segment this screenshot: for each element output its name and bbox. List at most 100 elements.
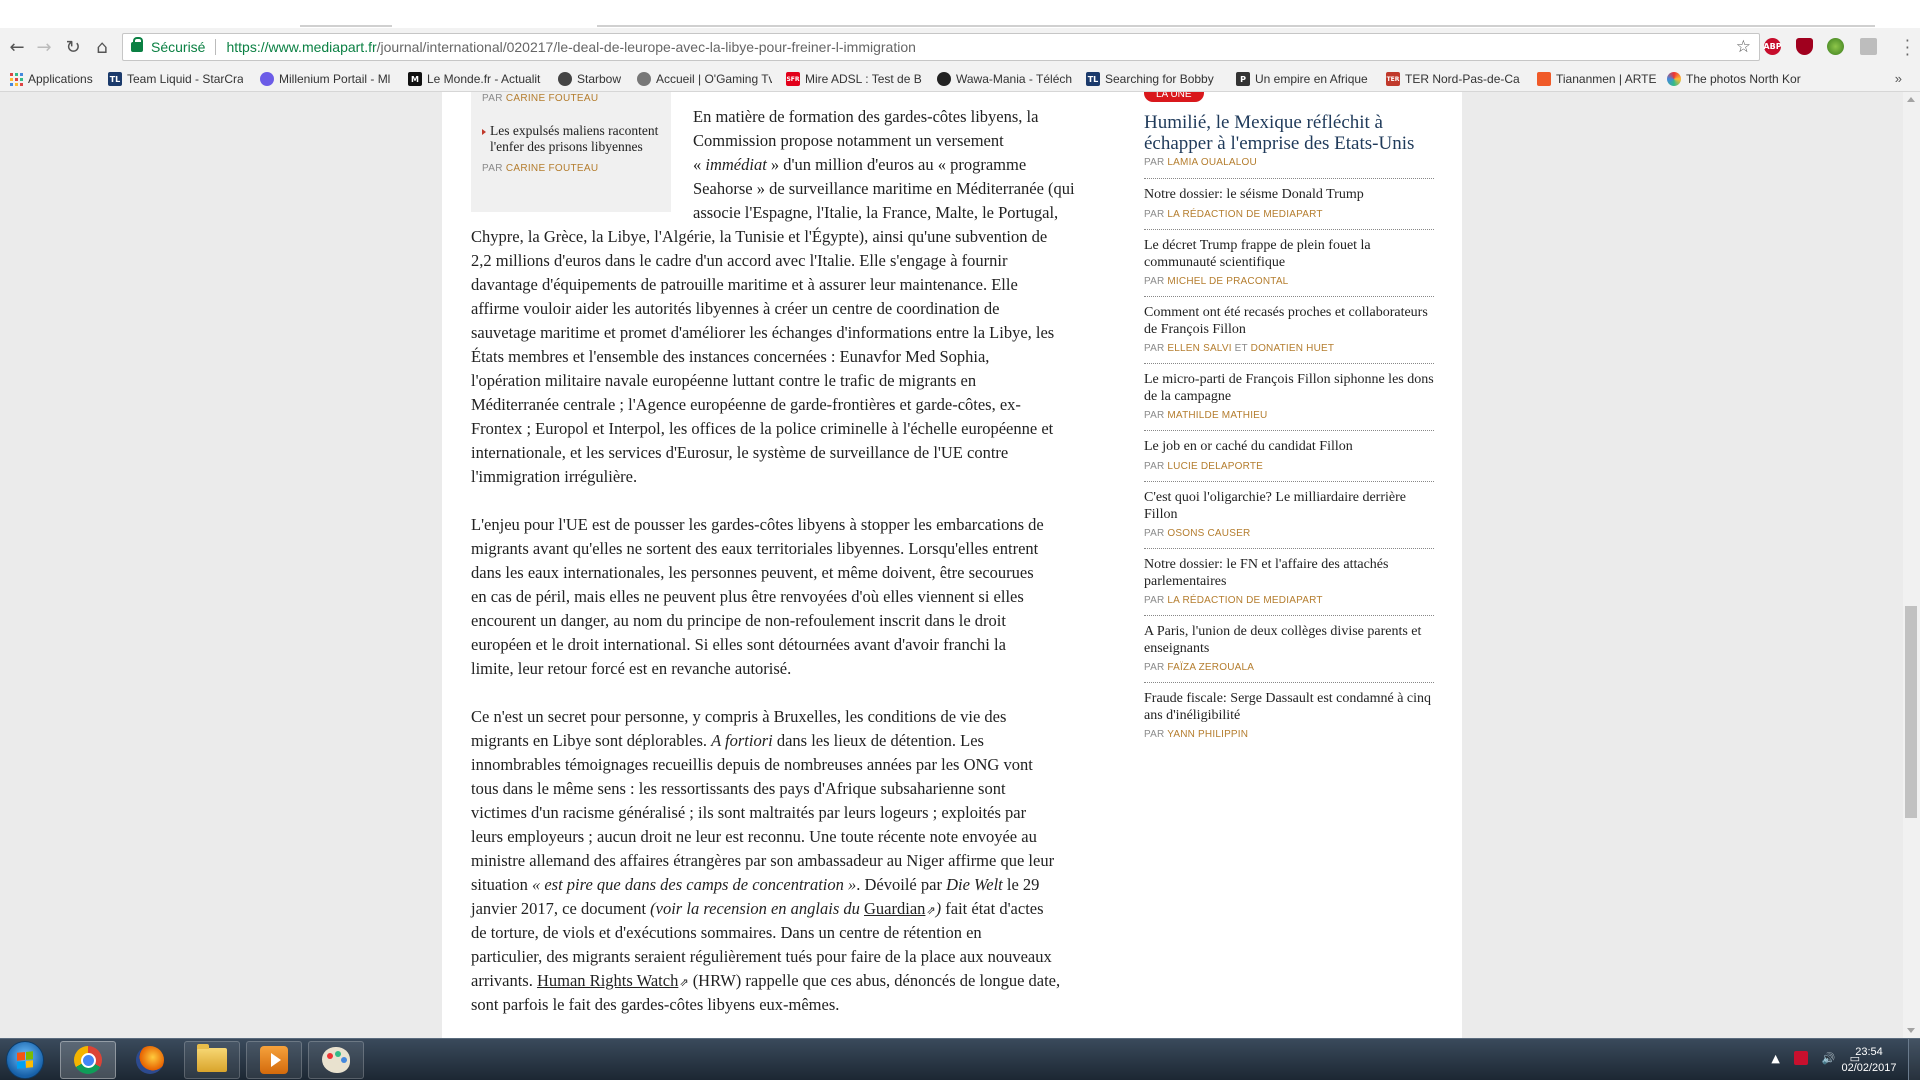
taskbar-media-player[interactable] <box>246 1041 302 1079</box>
bookmark-arte[interactable]: Tiananmen | ARTE <box>1537 69 1657 89</box>
antivirus-tray-icon[interactable] <box>1793 1051 1808 1065</box>
author-link[interactable]: MICHEL DE PRACONTAL <box>1167 276 1288 287</box>
author-link[interactable]: CARINE FOUTEAU <box>506 93 599 104</box>
sidebar-article[interactable]: A Paris, l'union de deux collèges divise… <box>1144 624 1434 673</box>
sidebar-article[interactable]: Comment ont été recasés proches et colla… <box>1144 305 1434 354</box>
author-link[interactable]: OSONS CAUSER <box>1167 528 1250 539</box>
guardian-link[interactable]: Guardian⇗ <box>864 899 936 918</box>
author-link[interactable]: LAMIA OUALALOU <box>1167 157 1257 168</box>
sidebar-byline: PAR MICHEL DE PRACONTAL <box>1144 276 1434 287</box>
sidebar-article-title[interactable]: C'est quoi l'oligarchie? Le milliardaire… <box>1144 490 1434 523</box>
address-bar[interactable]: Sécurisé https://www.mediapart.fr/journa… <box>122 33 1760 61</box>
divider <box>1144 430 1434 431</box>
sidebar-article-title[interactable]: Le micro-parti de François Fillon siphon… <box>1144 372 1434 405</box>
start-button[interactable] <box>6 1041 44 1079</box>
system-clock[interactable]: 23:54 02/02/2017 <box>1838 1044 1900 1076</box>
sfr-icon: SFR <box>786 72 800 86</box>
author-link[interactable]: LA RÉDACTION DE MEDIAPART <box>1167 595 1322 606</box>
sidebar-article-title[interactable]: Comment ont été recasés proches et colla… <box>1144 305 1434 338</box>
author-link[interactable]: YANN PHILIPPIN <box>1167 729 1248 740</box>
bookmark-sfr[interactable]: SFR Mire ADSL : Test de B <box>786 69 922 89</box>
bookmark-applications[interactable]: Applications <box>10 69 102 89</box>
taskbar-chrome[interactable] <box>60 1041 116 1079</box>
author-link[interactable]: LA RÉDACTION DE MEDIAPART <box>1167 209 1322 220</box>
text-line: sont parfois le fait des gardes-côtes li… <box>471 995 840 1014</box>
bookmark-ter[interactable]: TER TER Nord-Pas-de-Cal <box>1386 69 1520 89</box>
ublock-icon[interactable] <box>1796 38 1813 55</box>
chrome-menu-icon[interactable]: · · · <box>1905 33 1910 63</box>
sidebar-article-title[interactable]: Le job en or caché du candidat Fillon <box>1144 439 1434 456</box>
bookmark-starbow[interactable]: Starbow <box>558 69 626 89</box>
sidebar-article-title[interactable]: Fraude fiscale: Serge Dassault est conda… <box>1144 691 1434 724</box>
millenium-icon <box>260 72 274 86</box>
page-scrollbar[interactable] <box>1903 92 1920 1038</box>
home-icon[interactable]: ⌂ <box>91 36 113 58</box>
sidebar-byline: PAR LA RÉDACTION DE MEDIAPART <box>1144 209 1434 220</box>
show-desktop-button[interactable] <box>1908 1039 1920 1080</box>
scroll-down-arrow-icon[interactable] <box>1907 1028 1915 1033</box>
tab-edge <box>597 25 1875 27</box>
globe-ext-icon[interactable] <box>1827 38 1844 55</box>
sidebar-article-title[interactable]: Notre dossier: le séisme Donald Trump <box>1144 187 1434 204</box>
text-line: en cas de péril, mais elles ne peuvent p… <box>471 587 1024 606</box>
reload-icon[interactable]: ↻ <box>62 36 84 58</box>
sidebar-article-title[interactable]: Notre dossier: le FN et l'affaire des at… <box>1144 557 1434 590</box>
related-article-link[interactable]: Les expulsés maliens racontent l'enfer d… <box>482 123 667 155</box>
tray-expand-icon[interactable]: ▲ <box>1771 1052 1779 1065</box>
taskbar-explorer[interactable] <box>184 1041 240 1079</box>
sidebar-article[interactable]: Notre dossier: le FN et l'affaire des at… <box>1144 557 1434 606</box>
related-articles-box: PAR CARINE FOUTEAU Les expulsés maliens … <box>471 92 671 212</box>
bookmark-ogaming[interactable]: Accueil | O'Gaming Tv <box>637 69 772 89</box>
bookmark-searching-bobby[interactable]: TL Searching for Bobby <box>1086 69 1220 89</box>
sidebar-article[interactable]: Fraude fiscale: Serge Dassault est conda… <box>1144 691 1434 740</box>
back-arrow-icon[interactable]: ← <box>6 36 28 58</box>
author-link[interactable]: DONATIEN HUET <box>1251 343 1335 354</box>
byline-prefix: PAR <box>482 93 503 104</box>
secure-label: Sécurisé <box>151 39 206 55</box>
taskbar-paint[interactable] <box>308 1041 364 1079</box>
author-link[interactable]: MATHILDE MATHIEU <box>1167 410 1267 421</box>
scroll-thumb[interactable] <box>1905 606 1917 818</box>
text-line: davantage d'équipements de patrouille ma… <box>471 275 1018 294</box>
author-link[interactable]: FAÏZA ZEROUALA <box>1167 662 1254 673</box>
sidebar-article[interactable]: C'est quoi l'oligarchie? Le milliardaire… <box>1144 490 1434 539</box>
author-link[interactable]: LUCIE DELAPORTE <box>1167 461 1263 472</box>
scroll-up-arrow-icon[interactable] <box>1907 97 1915 102</box>
adblock-icon[interactable]: ABP <box>1763 38 1782 55</box>
pdf-ext-icon[interactable] <box>1860 38 1877 55</box>
lead-article-title[interactable]: Humilié, le Mexique réfléchit à échapper… <box>1144 112 1439 154</box>
wawa-icon <box>937 72 951 86</box>
sidebar-article-title[interactable]: A Paris, l'union de deux collèges divise… <box>1144 624 1434 657</box>
author-link[interactable]: CARINE FOUTEAU <box>506 163 599 174</box>
volume-icon[interactable]: 🔊 <box>1822 1052 1836 1065</box>
sidebar-article[interactable]: Le micro-parti de François Fillon siphon… <box>1144 372 1434 421</box>
sidebar-article-title[interactable]: Le décret Trump frappe de plein fouet la… <box>1144 238 1434 271</box>
byline-prefix: PAR <box>1144 528 1165 539</box>
bookmark-label: Wawa-Mania - Téléch <box>956 72 1072 86</box>
sidebar-article[interactable]: Le décret Trump frappe de plein fouet la… <box>1144 238 1434 287</box>
bookmark-label: Starbow <box>577 72 622 86</box>
text-line: encourent un danger, au nom du principe … <box>471 611 1006 630</box>
author-link[interactable]: ELLEN SALVI <box>1167 343 1231 354</box>
taskbar-firefox[interactable] <box>122 1041 178 1079</box>
bookmark-wawa[interactable]: Wawa-Mania - Téléch <box>937 69 1072 89</box>
more-bookmarks-button[interactable]: » <box>1895 71 1902 86</box>
bookmark-team-liquid[interactable]: TL Team Liquid - StarCra <box>108 69 243 89</box>
paint-icon <box>322 1047 350 1073</box>
hrw-link[interactable]: Human Rights Watch⇗ <box>537 971 689 990</box>
text-line: arrivants. Human Rights Watch⇗ (HRW) rap… <box>471 969 1060 995</box>
bookmark-millenium[interactable]: Millenium Portail - Ml <box>260 69 394 89</box>
bookmark-photos-north-korea[interactable]: The photos North Kor <box>1667 69 1801 89</box>
bookmark-lemonde[interactable]: M Le Monde.fr - Actualit <box>408 69 546 89</box>
windows-logo-icon <box>17 1051 33 1069</box>
clock-time: 23:54 <box>1855 1046 1883 1058</box>
bookmark-empire-afrique[interactable]: P Un empire en Afrique <box>1236 69 1372 89</box>
sidebar-article[interactable]: Notre dossier: le séisme Donald Trump PA… <box>1144 187 1434 220</box>
text-line: janvier 2017, ce document (voir la recen… <box>471 897 1044 923</box>
sidebar-article[interactable]: Le job en or caché du candidat Fillon PA… <box>1144 439 1434 472</box>
bookmark-star-icon[interactable]: ☆ <box>1736 37 1751 57</box>
byline-prefix: PAR <box>1144 410 1165 421</box>
forward-arrow-icon[interactable]: → <box>33 36 55 58</box>
byline-and: ET <box>1234 343 1248 354</box>
sidebar-byline: PAR MATHILDE MATHIEU <box>1144 410 1434 421</box>
